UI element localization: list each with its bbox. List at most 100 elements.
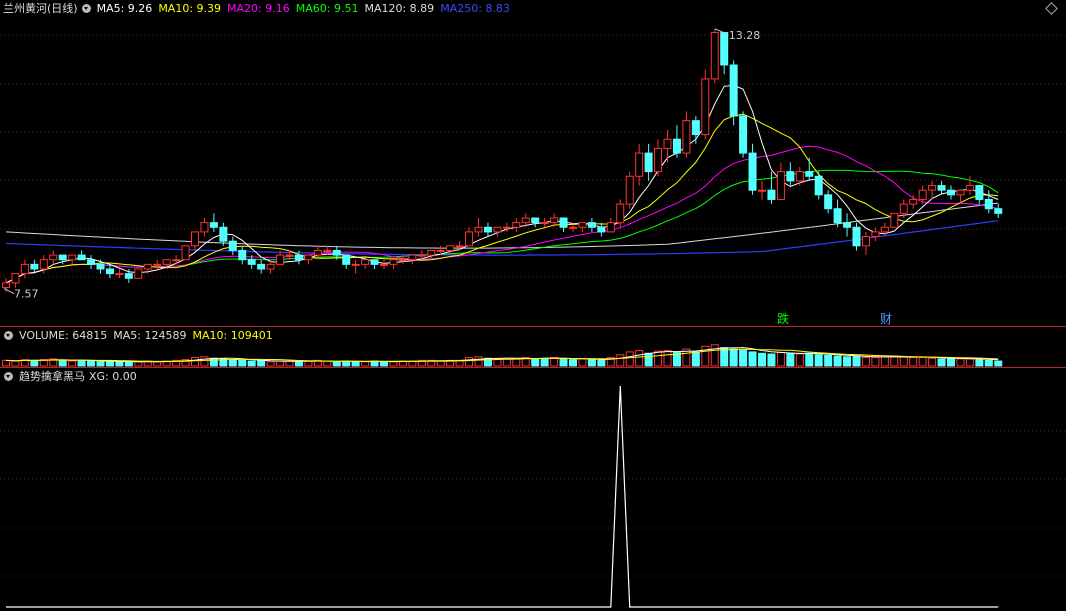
volume-bar: [153, 361, 162, 367]
volume-bar: [342, 360, 351, 367]
candle-body: [257, 263, 266, 270]
volume-bar: [58, 359, 67, 367]
candle-body: [720, 32, 729, 66]
low-price-label: 7.57: [14, 288, 39, 301]
volume-bar: [861, 357, 870, 367]
candle-body: [474, 226, 483, 233]
volume-bar: [880, 356, 889, 367]
volume-bar: [531, 358, 540, 367]
candle-body: [786, 171, 795, 182]
volume-bar: [2, 359, 10, 367]
candle-body: [559, 217, 568, 228]
volume-bar: [209, 357, 218, 367]
candle-body: [342, 254, 351, 265]
volume-bar: [304, 360, 313, 367]
volume-bar: [899, 356, 908, 367]
candle-body: [597, 226, 606, 233]
volume-bar: [748, 351, 757, 367]
volume-bar: [843, 356, 852, 367]
candle-body: [975, 185, 984, 200]
volume-bar: [436, 360, 445, 367]
volume-bar: [77, 359, 86, 367]
candle-body: [49, 254, 58, 261]
candle-body: [181, 245, 190, 261]
candle-body: [276, 254, 285, 265]
indicator-chart: [0, 385, 1066, 608]
candle-body: [30, 263, 39, 270]
volume-bar: [833, 355, 842, 367]
volume-bar: [361, 361, 370, 367]
volume-bar: [569, 359, 577, 367]
candle-body: [228, 240, 237, 251]
candle-body: [729, 64, 738, 117]
candle-body: [956, 189, 965, 196]
volume-bar: [635, 349, 644, 367]
volume-bar: [134, 361, 143, 367]
candle-body: [105, 268, 114, 275]
volume-bar: [11, 360, 20, 367]
candle-body: [814, 175, 823, 196]
volume-bar: [928, 357, 937, 367]
candle-body: [805, 171, 814, 177]
volume-bar: [380, 361, 388, 367]
candle-body: [219, 226, 228, 242]
volume-bar: [871, 357, 880, 367]
volume-bar: [389, 361, 398, 367]
price-chart: 13.28 7.57 跌 财: [0, 28, 1066, 326]
candle-body: [672, 138, 681, 154]
volume-bar: [465, 357, 474, 367]
volume-bar: [200, 356, 209, 367]
volume-bar: [597, 359, 606, 367]
candle-body: [398, 259, 407, 262]
candle-body: [77, 254, 86, 261]
volume-bar: [30, 359, 39, 367]
volume-bar: [228, 359, 237, 367]
ma10-line: [5, 113, 999, 284]
candle-body: [871, 231, 880, 238]
candle-body: [285, 254, 294, 257]
volume-bar: [124, 361, 133, 367]
price-panel: 兰州黄河(日线) MA5: 9.26 MA10: 9.39 MA20: 9.16…: [0, 0, 1066, 326]
volume-bar: [824, 354, 833, 367]
candle-body: [455, 245, 464, 248]
volume-bar: [191, 357, 199, 367]
xg-signal-line: [6, 385, 999, 608]
volume-bar: [257, 360, 266, 367]
volume-bar: [729, 348, 738, 367]
volume-bar: [115, 361, 124, 367]
volume-bar: [937, 358, 946, 367]
volume-bar: [351, 361, 360, 367]
candle-body: [162, 259, 171, 265]
volume-bar: [947, 357, 955, 367]
candle-body: [663, 138, 672, 149]
candle-body: [332, 249, 341, 256]
volume-bar: [701, 345, 710, 367]
ma20-line: [5, 145, 999, 284]
candle-body: [304, 254, 313, 261]
candle-body: [493, 226, 502, 233]
candle-body: [531, 217, 540, 224]
candle-body: [446, 245, 455, 251]
volume-bar: [644, 352, 653, 367]
volume-bar: [332, 361, 341, 367]
candle-body: [984, 198, 993, 210]
candle-body: [758, 189, 766, 192]
volume-bar: [502, 358, 511, 367]
candle-body: [200, 222, 209, 233]
ma5-line: [5, 84, 999, 284]
candle-body: [427, 249, 436, 256]
volume-bar: [956, 358, 965, 367]
candle-body: [739, 115, 748, 154]
candle-body: [209, 222, 218, 228]
volume-bar: [247, 360, 256, 367]
candle-body: [417, 254, 426, 257]
volume-bar: [294, 361, 303, 367]
candle-body: [521, 217, 530, 224]
volume-bar: [739, 349, 748, 367]
candle-body: [833, 208, 842, 224]
volume-bar: [96, 361, 105, 367]
candle-body: [587, 222, 596, 228]
candle-body: [2, 282, 10, 289]
candle-body: [606, 222, 615, 233]
candle-body: [483, 226, 492, 233]
